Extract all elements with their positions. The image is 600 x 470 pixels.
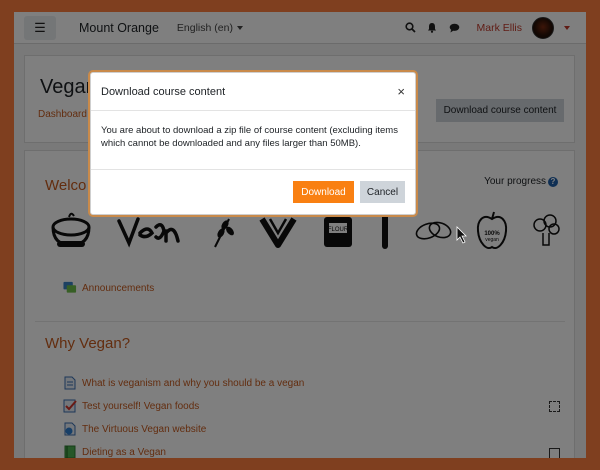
download-button[interactable]: Download [293, 181, 354, 203]
mouse-pointer-icon [456, 226, 467, 244]
close-icon[interactable]: × [397, 84, 405, 99]
cancel-button[interactable]: Cancel [360, 181, 405, 203]
dialog-body: You are about to download a zip file of … [91, 111, 415, 170]
modal-backdrop[interactable] [0, 0, 600, 470]
download-dialog: Download course content × You are about … [90, 72, 416, 215]
dialog-title: Download course content [101, 85, 226, 98]
dialog-header: Download course content × [91, 73, 415, 111]
dialog-footer: Download Cancel [91, 170, 415, 214]
